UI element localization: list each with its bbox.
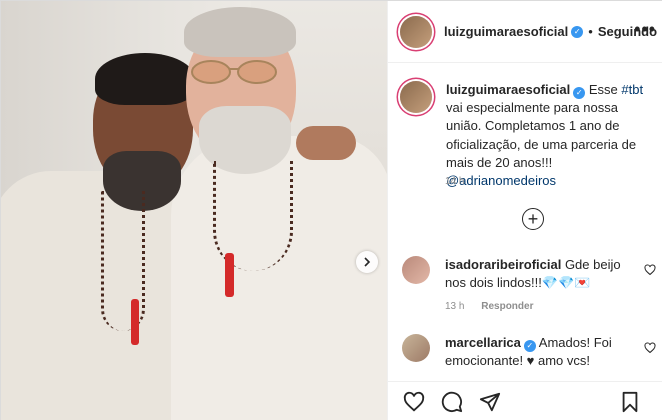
like-button[interactable] [402,390,426,414]
chevron-right-icon [364,257,371,267]
caption-text: luizguimaraesoficial ✓ Esse #tbt vai espe… [446,81,652,190]
commenter-username[interactable]: isadoraribeiroficial [445,257,561,272]
heart-icon [403,391,425,411]
commenter-avatar[interactable] [402,334,430,362]
share-icon [479,392,501,411]
share-button[interactable] [478,390,502,414]
post-header: luizguimaraesoficial ✓ • Seguindo ••• [388,1,662,63]
comment-button[interactable] [440,390,464,414]
photo-arm [296,126,356,160]
commenter-username[interactable]: marcellarica [445,335,521,350]
next-photo-button[interactable] [356,251,378,273]
verified-icon: ✓ [571,25,584,38]
post-side-panel: luizguimaraesoficial ✓ • Seguindo ••• lu… [387,1,662,420]
caption-timestamp[interactable]: 14 h [445,176,464,187]
load-more-comments-button[interactable]: + [522,208,544,230]
photo-person-left-hair [95,53,195,105]
commenter-avatar[interactable] [402,256,430,284]
author-info: luizguimaraesoficial ✓ • Seguindo [444,24,657,39]
verified-icon: ✓ [523,339,536,352]
caption-text-after: vai especialmente para nossa união. Comp… [446,100,637,170]
like-comment-heart-icon[interactable] [644,342,656,354]
comment-body: isadoraribeiroficial Gde beijo nos dois … [445,256,641,314]
hashtag-link[interactable]: #tbt [621,82,643,97]
photo-tassel-left [131,299,139,345]
post-caption: luizguimaraesoficial ✓ Esse #tbt vai espe… [400,81,660,190]
more-options-icon[interactable]: ••• [634,19,656,40]
comment-meta: 13 h Responder [445,300,641,314]
caption-text-before: Esse [585,82,622,97]
reply-button[interactable]: Responder [481,301,533,312]
photo-person-right-hair [184,7,296,57]
author-avatar[interactable] [400,15,432,48]
like-comment-heart-icon[interactable] [644,264,656,276]
header-separator: • [588,24,593,39]
save-button[interactable] [618,390,642,414]
plus-icon: + [527,209,539,229]
verified-icon: ✓ [573,86,586,99]
author-username[interactable]: luizguimaraesoficial [444,24,568,39]
photo-tassel-right [225,253,234,297]
post-actions-bar [388,381,662,420]
comment-item: isadoraribeiroficial Gde beijo nos dois … [402,256,662,314]
comment-icon [441,391,463,412]
comment-timestamp[interactable]: 13 h [445,301,464,312]
bookmark-icon [622,391,638,413]
comment-body: marcellarica ✓ Amados! Foi emocionante! ♥… [445,334,641,370]
caption-username[interactable]: luizguimaraesoficial [446,82,570,97]
comment-item: marcellarica ✓ Amados! Foi emocionante! ♥… [402,334,662,370]
photo-sunglasses [191,60,277,84]
instagram-post: luizguimaraesoficial ✓ • Seguindo ••• lu… [0,0,662,420]
post-photo[interactable] [1,1,387,420]
caption-avatar[interactable] [400,81,432,113]
